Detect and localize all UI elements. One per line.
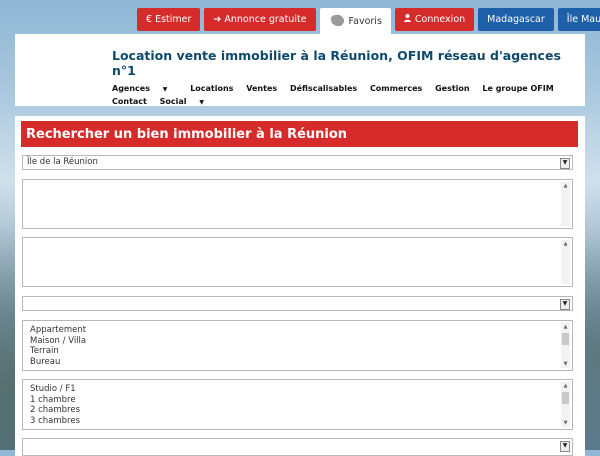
estimer-button[interactable]: € Estimer <box>137 8 201 31</box>
search-panel-title: Rechercher un bien immobilier à la Réuni… <box>21 121 578 147</box>
scroll-up-icon[interactable]: ▲ <box>561 382 570 390</box>
list-item[interactable]: Maison / Villa <box>30 336 565 347</box>
site-header: Location vente immobilier à la Réunion, … <box>15 34 585 106</box>
nav-commerces[interactable]: Commerces <box>370 83 422 95</box>
scrollbar[interactable]: ▲ <box>561 182 570 226</box>
list-item[interactable]: 2 chambres <box>30 405 565 416</box>
reunion-island-icon <box>329 14 345 30</box>
quartier-list-box[interactable]: ▲ <box>22 237 573 287</box>
chevron-down-icon[interactable]: ▼ <box>560 158 570 169</box>
madagascar-button[interactable]: Madagascar <box>478 8 554 31</box>
nav-agences-label: Agences <box>112 84 150 93</box>
rooms-list[interactable]: Studio / F1 1 chambre 2 chambres 3 chamb… <box>22 379 573 430</box>
nav-social[interactable]: Social ▼ <box>160 96 214 109</box>
madagascar-label: Madagascar <box>487 14 545 25</box>
search-panel: Rechercher un bien immobilier à la Réuni… <box>15 116 585 456</box>
site-logo[interactable] <box>19 38 99 98</box>
budget-select[interactable]: ▼ <box>22 438 573 456</box>
nav-social-label: Social <box>159 97 187 106</box>
transaction-select[interactable]: ▼ <box>22 296 573 311</box>
scrollbar[interactable]: ▲ ▼ <box>561 382 570 427</box>
caret-down-icon: ▼ <box>162 86 168 93</box>
scroll-thumb[interactable] <box>562 333 569 345</box>
nav-gestion[interactable]: Gestion <box>435 83 470 95</box>
list-item[interactable]: Appartement <box>30 325 565 336</box>
region-selected-value: Île de la Réunion <box>27 157 98 167</box>
scroll-up-icon[interactable]: ▲ <box>561 240 570 248</box>
nav-groupe-ofim[interactable]: Le groupe OFIM <box>482 83 553 95</box>
list-item[interactable]: Studio / F1 <box>30 384 565 395</box>
list-item[interactable]: Bureau <box>30 357 565 368</box>
commune-list-box[interactable]: ▲ <box>22 179 573 229</box>
annonce-label: ➜ Annonce gratuite <box>213 14 307 25</box>
caret-down-icon: ▼ <box>199 99 204 106</box>
property-type-list[interactable]: Appartement Maison / Villa Terrain Burea… <box>22 320 573 371</box>
site-title: Location vente immobilier à la Réunion, … <box>112 48 561 78</box>
scroll-down-icon[interactable]: ▼ <box>561 360 570 368</box>
list-item[interactable]: Terrain <box>30 346 565 357</box>
favoris-label: Favoris <box>348 16 382 27</box>
maurice-label: Île Maurice <box>566 14 600 25</box>
scroll-down-icon[interactable]: ▼ <box>561 419 570 427</box>
estimer-label: € Estimer <box>146 14 192 25</box>
region-select[interactable]: Île de la Réunion ▼ <box>22 155 573 170</box>
ile-maurice-button[interactable]: Île Maurice <box>557 8 600 31</box>
nav-ventes[interactable]: Ventes <box>246 83 277 95</box>
list-item[interactable]: 1 chambre <box>30 395 565 406</box>
main-nav: Agences ▼ Locations Ventes Défiscalisabl… <box>112 83 577 109</box>
list-item[interactable]: 3 chambres <box>30 416 565 427</box>
connexion-button[interactable]: Connexion <box>394 8 475 31</box>
scroll-thumb[interactable] <box>562 392 569 404</box>
nav-agences[interactable]: Agences ▼ <box>112 83 177 96</box>
favoris-button[interactable]: Favoris <box>319 8 391 35</box>
scroll-up-icon[interactable]: ▲ <box>561 323 570 331</box>
user-icon <box>403 14 411 25</box>
scrollbar[interactable]: ▲ ▼ <box>561 323 570 368</box>
nav-defiscalisables[interactable]: Défiscalisables <box>290 83 357 95</box>
connexion-label: Connexion <box>414 14 466 25</box>
nav-contact[interactable]: Contact <box>112 96 147 108</box>
chevron-down-icon[interactable]: ▼ <box>560 299 570 310</box>
chevron-down-icon[interactable]: ▼ <box>560 441 570 452</box>
nav-locations[interactable]: Locations <box>190 83 233 95</box>
scrollbar[interactable]: ▲ <box>561 240 570 284</box>
top-action-bar: € Estimer ➜ Annonce gratuite Favoris Con… <box>137 8 600 35</box>
scroll-up-icon[interactable]: ▲ <box>561 182 570 190</box>
annonce-gratuite-button[interactable]: ➜ Annonce gratuite <box>204 8 316 31</box>
